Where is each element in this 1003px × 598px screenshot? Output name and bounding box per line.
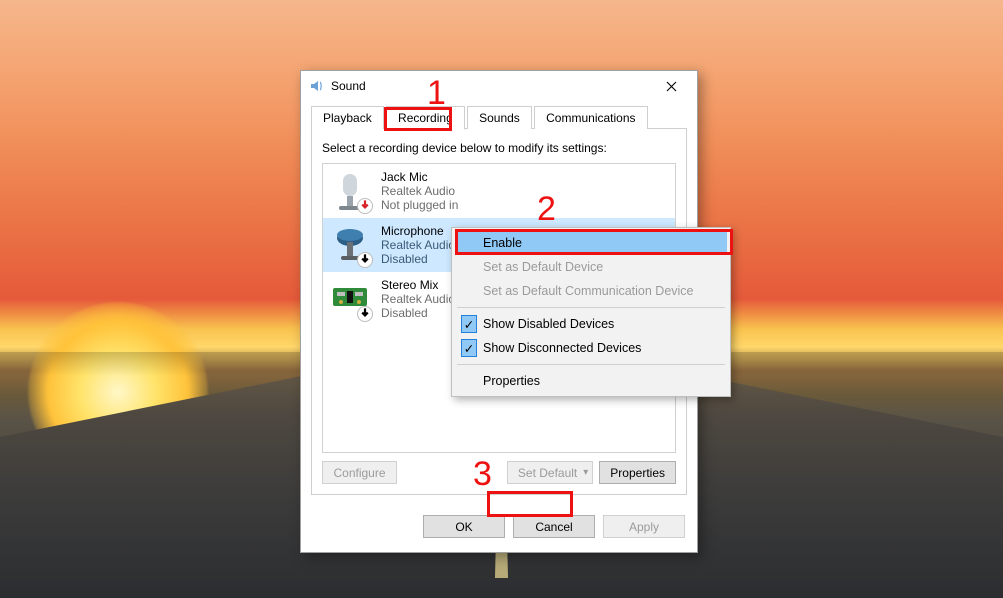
ctx-separator xyxy=(457,364,725,365)
stereo-mix-icon xyxy=(329,278,371,320)
device-name: Stereo Mix xyxy=(381,278,455,292)
device-status: Disabled xyxy=(381,306,455,320)
device-name: Jack Mic xyxy=(381,170,458,184)
jack-mic-icon xyxy=(329,170,371,212)
chevron-down-icon: ▾ xyxy=(583,467,588,478)
dialog-title: Sound xyxy=(331,79,651,93)
set-default-label: Set Default xyxy=(518,466,577,480)
device-driver: Realtek Audio xyxy=(381,184,458,198)
ctx-show-disconnected-devices[interactable]: ✓ Show Disconnected Devices xyxy=(455,336,727,360)
ctx-set-default-device[interactable]: Set as Default Device xyxy=(455,255,727,279)
properties-button[interactable]: Properties xyxy=(599,461,676,484)
tab-playback[interactable]: Playback xyxy=(311,106,384,129)
close-icon xyxy=(666,81,677,92)
ok-button[interactable]: OK xyxy=(423,515,505,538)
ctx-set-default-comm-device[interactable]: Set as Default Communication Device xyxy=(455,279,727,303)
sound-dialog-icon xyxy=(309,78,325,94)
configure-button[interactable]: Configure xyxy=(322,461,397,484)
ctx-enable[interactable]: Enable xyxy=(455,231,727,255)
device-status: Not plugged in xyxy=(381,198,458,212)
device-status: Disabled xyxy=(381,252,455,266)
apply-button[interactable]: Apply xyxy=(603,515,685,538)
tab-communications[interactable]: Communications xyxy=(534,106,647,129)
instruction-text: Select a recording device below to modif… xyxy=(322,141,676,155)
close-button[interactable] xyxy=(651,72,691,100)
device-driver: Realtek Audio xyxy=(381,292,455,306)
microphone-icon xyxy=(329,224,371,266)
device-jack-mic[interactable]: Jack Mic Realtek Audio Not plugged in xyxy=(323,164,675,218)
tab-strip: Playback Recording Sounds Communications xyxy=(311,105,687,129)
device-text: Microphone Realtek Audio Disabled xyxy=(381,224,455,266)
device-button-row: Configure Set Default ▾ Properties xyxy=(322,461,676,484)
device-text: Jack Mic Realtek Audio Not plugged in xyxy=(381,170,458,212)
device-text: Stereo Mix Realtek Audio Disabled xyxy=(381,278,455,320)
titlebar[interactable]: Sound xyxy=(301,71,697,101)
ctx-separator xyxy=(457,307,725,308)
status-unplugged-icon xyxy=(357,198,373,214)
check-icon: ✓ xyxy=(461,339,477,357)
dialog-button-row: OK Cancel Apply xyxy=(301,505,697,552)
status-disabled-icon xyxy=(357,252,373,268)
set-default-button[interactable]: Set Default ▾ xyxy=(507,461,593,484)
ctx-show-disabled-devices[interactable]: ✓ Show Disabled Devices xyxy=(455,312,727,336)
ctx-properties[interactable]: Properties xyxy=(455,369,727,393)
device-driver: Realtek Audio xyxy=(381,238,455,252)
tab-recording[interactable]: Recording xyxy=(386,106,465,130)
check-icon: ✓ xyxy=(461,315,477,333)
status-disabled-icon xyxy=(357,306,373,322)
tab-sounds[interactable]: Sounds xyxy=(467,106,532,129)
device-context-menu: Enable Set as Default Device Set as Defa… xyxy=(451,227,731,397)
device-name: Microphone xyxy=(381,224,455,238)
cancel-button[interactable]: Cancel xyxy=(513,515,595,538)
